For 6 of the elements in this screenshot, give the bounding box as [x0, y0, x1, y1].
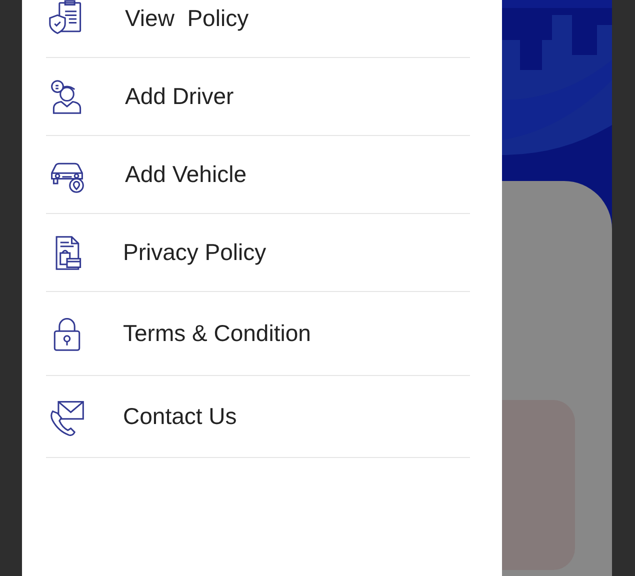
- menu-item[interactable]: Contact Us: [46, 376, 470, 457]
- menu-item[interactable]: Privacy Policy: [46, 214, 470, 291]
- menu-item[interactable]: View Policy: [46, 0, 470, 57]
- menu-item[interactable]: Add Driver: [46, 58, 470, 135]
- menu-item[interactable]: Terms & Condition: [46, 292, 470, 375]
- menu-item[interactable]: Add Vehicle: [46, 136, 470, 213]
